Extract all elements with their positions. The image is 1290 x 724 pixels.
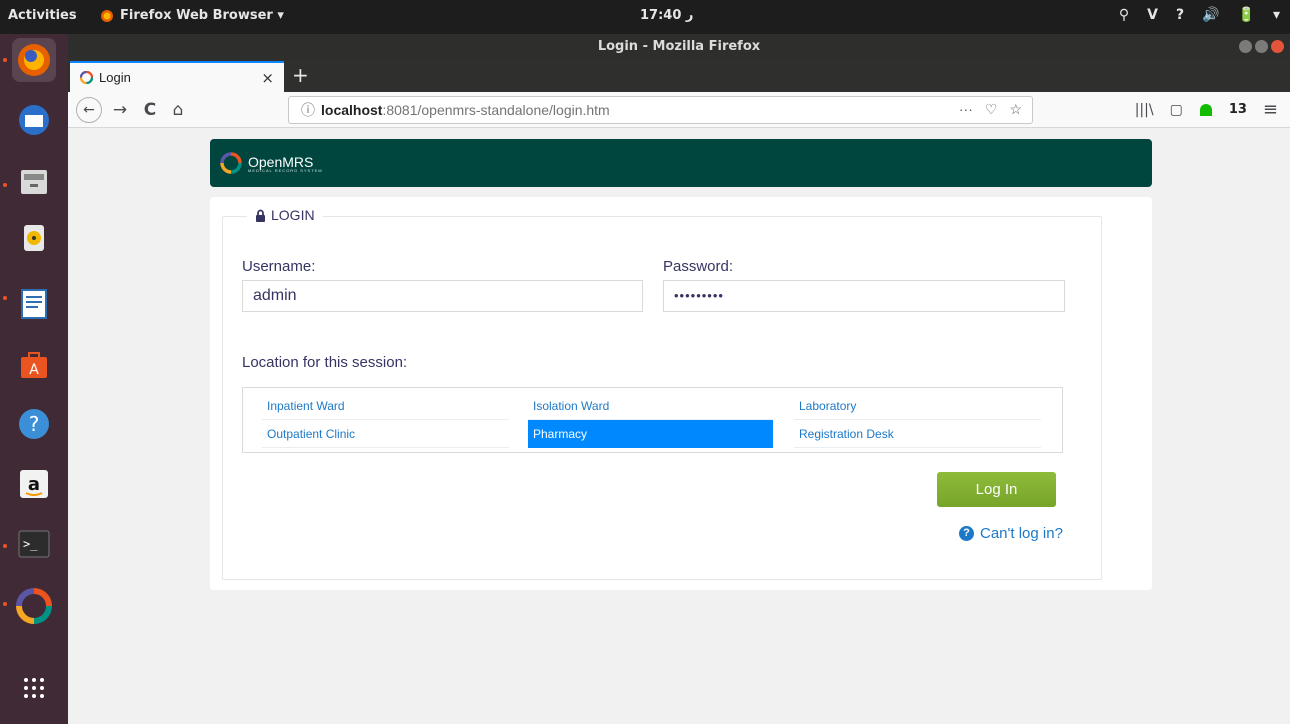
tab-strip: Login × + xyxy=(68,59,1290,92)
location-outpatient-clinic[interactable]: Outpatient Clinic xyxy=(262,420,509,448)
username-input[interactable]: admin xyxy=(242,280,643,312)
library-icon[interactable]: |||\ xyxy=(1135,102,1154,118)
sidebar-icon[interactable]: ▢ xyxy=(1170,102,1183,118)
username-label: Username: xyxy=(242,258,316,275)
url-path: :8081/openmrs-standalone/login.htm xyxy=(382,102,610,118)
window-controls xyxy=(1239,40,1284,53)
container-count[interactable]: 13 xyxy=(1229,102,1247,117)
rhythmbox-icon[interactable] xyxy=(12,216,56,260)
reload-button[interactable]: C xyxy=(138,98,162,122)
toolbar-right: |||\ ▢ 13 ≡ xyxy=(1135,99,1278,120)
thunderbird-icon[interactable] xyxy=(12,98,56,142)
help-status-icon[interactable]: ? xyxy=(1176,7,1184,23)
openmrs-logo-icon[interactable] xyxy=(220,152,242,174)
login-panel: LOGIN Username: admin Password: ••••••••… xyxy=(210,197,1152,590)
running-indicator xyxy=(3,296,7,300)
menu-icon[interactable]: ≡ xyxy=(1263,99,1278,120)
network-icon[interactable]: ⚲ xyxy=(1119,7,1129,23)
pocket-icon[interactable]: ♡ xyxy=(985,101,998,118)
location-label: Location for this session: xyxy=(242,354,408,371)
battery-icon[interactable]: 🔋 xyxy=(1238,7,1255,23)
openmrs-header: OpenMRS MEDICAL RECORD SYSTEM xyxy=(210,139,1152,187)
lock-icon xyxy=(256,209,265,222)
url-bar[interactable]: ⓘ localhost :8081/openmrs-standalone/log… xyxy=(288,96,1033,124)
svg-text:>_: >_ xyxy=(23,537,38,551)
page-actions-icon[interactable]: ··· xyxy=(959,101,973,118)
svg-text:?: ? xyxy=(29,412,40,436)
system-top-bar: Activities Firefox Web Browser ▾ 17:40 ر… xyxy=(0,0,1290,34)
volume-icon[interactable]: 🔊 xyxy=(1202,7,1219,23)
ubuntu-dock: A ? a >_ xyxy=(0,34,68,724)
clock[interactable]: 17:40 ر xyxy=(640,8,693,23)
site-info-icon[interactable]: ⓘ xyxy=(301,100,315,120)
password-input[interactable]: ••••••••• xyxy=(663,280,1065,312)
firefox-dock-icon[interactable] xyxy=(12,38,56,82)
close-window-button[interactable] xyxy=(1271,40,1284,53)
login-legend: LOGIN xyxy=(247,207,323,223)
svg-text:a: a xyxy=(28,474,40,495)
new-tab-button[interactable]: + xyxy=(292,63,309,87)
show-applications-icon[interactable] xyxy=(12,666,56,710)
cant-login-link[interactable]: ? Can't log in? xyxy=(959,525,1063,542)
running-indicator xyxy=(3,544,7,548)
page-content: OpenMRS MEDICAL RECORD SYSTEM LOGIN User… xyxy=(68,128,1290,724)
tray-menu-arrow-icon[interactable]: ▾ xyxy=(1273,7,1280,23)
svg-text:A: A xyxy=(29,362,39,378)
brand-tagline: MEDICAL RECORD SYSTEM xyxy=(248,167,323,173)
login-fieldset: LOGIN Username: admin Password: ••••••••… xyxy=(222,207,1102,580)
app-menu-label: Firefox Web Browser ▾ xyxy=(120,8,284,23)
openmrs-favicon-icon xyxy=(80,71,93,84)
url-host: localhost xyxy=(321,102,383,118)
cant-login-text: Can't log in? xyxy=(980,525,1063,542)
login-button[interactable]: Log In xyxy=(937,472,1056,507)
location-laboratory[interactable]: Laboratory xyxy=(794,392,1041,420)
bookmark-star-icon[interactable]: ☆ xyxy=(1009,101,1022,118)
password-label: Password: xyxy=(663,258,734,275)
minimize-button[interactable] xyxy=(1239,40,1252,53)
libreoffice-writer-icon[interactable] xyxy=(12,282,56,326)
tab-login[interactable]: Login × xyxy=(70,61,284,92)
window-title: Login - Mozilla Firefox xyxy=(597,39,761,54)
maximize-button[interactable] xyxy=(1255,40,1268,53)
question-circle-icon: ? xyxy=(959,526,974,541)
openmrs-brand: OpenMRS MEDICAL RECORD SYSTEM xyxy=(248,154,323,173)
url-actions: ··· ♡ ☆ xyxy=(959,101,1022,118)
location-list: Inpatient Ward Isolation Ward Laboratory… xyxy=(242,387,1063,453)
vpn-icon[interactable]: V xyxy=(1147,7,1158,23)
location-registration-desk[interactable]: Registration Desk xyxy=(794,420,1041,448)
location-inpatient-ward[interactable]: Inpatient Ward xyxy=(262,392,509,420)
running-indicator xyxy=(3,183,7,187)
firefox-icon xyxy=(101,9,113,22)
login-legend-label: LOGIN xyxy=(271,207,315,223)
back-button[interactable]: ← xyxy=(76,97,102,123)
amazon-icon[interactable]: a xyxy=(12,462,56,506)
terminal-icon[interactable]: >_ xyxy=(12,522,56,566)
navigation-toolbar: ← → C ⌂ ⓘ localhost :8081/openmrs-standa… xyxy=(68,92,1290,128)
openmrs-dock-icon[interactable] xyxy=(12,584,56,628)
software-center-icon[interactable]: A xyxy=(12,342,56,386)
app-menu[interactable]: Firefox Web Browser ▾ xyxy=(100,8,284,23)
window-title-bar: Login - Mozilla Firefox xyxy=(68,34,1290,59)
home-button[interactable]: ⌂ xyxy=(166,98,190,122)
running-indicator xyxy=(3,58,7,62)
forward-button[interactable]: → xyxy=(108,98,132,122)
location-isolation-ward[interactable]: Isolation Ward xyxy=(528,392,773,420)
help-icon[interactable]: ? xyxy=(12,402,56,446)
tab-title: Login xyxy=(99,70,131,85)
activities-button[interactable]: Activities xyxy=(8,8,77,23)
location-pharmacy[interactable]: Pharmacy xyxy=(528,420,773,448)
system-tray[interactable]: ⚲ V ? 🔊 🔋 ▾ xyxy=(1119,7,1280,23)
files-icon[interactable] xyxy=(12,160,56,204)
running-indicator xyxy=(3,602,7,606)
container-icon[interactable] xyxy=(1199,103,1213,117)
close-tab-icon[interactable]: × xyxy=(261,69,274,87)
